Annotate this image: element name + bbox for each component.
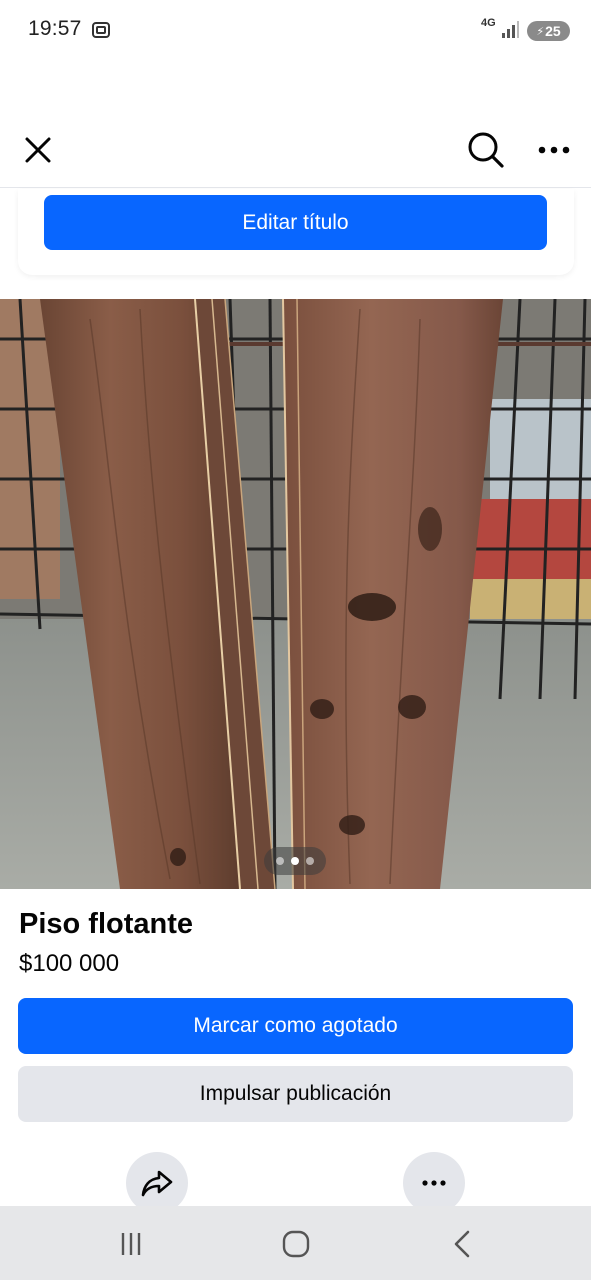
carousel-dot (306, 857, 314, 865)
home-icon (282, 1230, 310, 1258)
battery-indicator: ⚡ 25 (527, 21, 570, 41)
close-button[interactable] (18, 130, 58, 170)
back-button[interactable] (442, 1224, 482, 1264)
carousel-dot (276, 857, 284, 865)
status-time: 19:57 (28, 17, 82, 40)
search-button[interactable] (464, 128, 508, 172)
system-nav-bar (0, 1206, 591, 1280)
share-button[interactable] (126, 1152, 188, 1214)
carousel-dot-active (291, 857, 299, 865)
listing-price: $100 000 (19, 950, 120, 977)
listing-title: Piso flotante (19, 908, 194, 940)
status-bar: 19:57 4G ⚡ 25 (0, 0, 591, 62)
more-options-button[interactable] (532, 130, 576, 170)
app-header (0, 112, 591, 188)
signal-icon (500, 20, 520, 40)
screenshot-icon (90, 19, 112, 41)
battery-charging-icon: ⚡ (536, 25, 545, 38)
more-horizontal-icon (422, 1180, 446, 1186)
carousel-indicator (264, 847, 326, 875)
edit-title-button[interactable]: Editar título (44, 195, 547, 250)
search-icon (468, 132, 504, 168)
more-horizontal-icon (538, 146, 570, 154)
mark-as-sold-button[interactable]: Marcar como agotado (18, 998, 573, 1054)
listing-photo-image (0, 299, 591, 889)
more-actions-button[interactable] (403, 1152, 465, 1214)
share-icon (141, 1170, 173, 1197)
close-icon (25, 137, 51, 163)
edit-title-card: Editar título (18, 189, 574, 275)
home-button[interactable] (276, 1224, 316, 1264)
recents-icon (121, 1233, 141, 1255)
listing-photo[interactable] (0, 299, 591, 889)
boost-listing-button[interactable]: Impulsar publicación (18, 1066, 573, 1122)
recents-button[interactable] (111, 1224, 151, 1264)
back-icon (454, 1230, 470, 1258)
battery-level: 25 (545, 23, 561, 39)
network-type: 4G (481, 17, 496, 29)
